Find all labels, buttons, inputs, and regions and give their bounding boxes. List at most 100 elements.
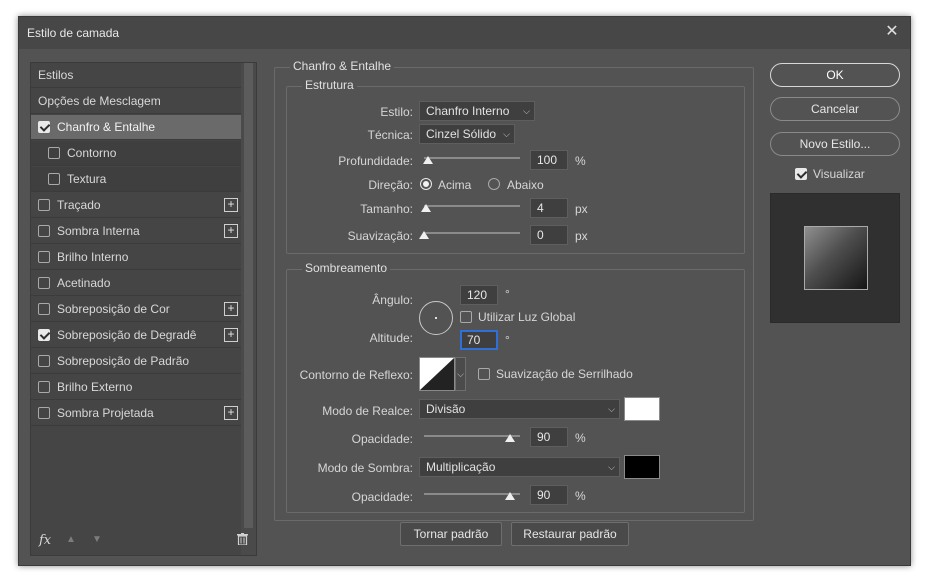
gloss-contour-picker[interactable] — [419, 357, 455, 391]
style-item-drop-shadow[interactable]: Sombra Projetada + — [31, 401, 242, 426]
altitude-input[interactable]: 70 — [460, 330, 498, 350]
pattern-overlay-checkbox[interactable] — [38, 355, 50, 367]
angulo-label: Ângulo: — [372, 293, 413, 307]
move-down-icon[interactable]: ▼ — [92, 534, 102, 545]
tecnica-value: Cinzel Sólido — [426, 127, 497, 141]
profundidade-unit: % — [575, 154, 586, 168]
angulo-input[interactable]: 120 — [460, 285, 498, 305]
title-bar: Estilo de camada ✕ — [19, 17, 910, 49]
styles-header-item[interactable]: Estilos — [31, 63, 242, 88]
shading-title: Sombreamento — [302, 261, 391, 275]
add-drop-shadow-button[interactable]: + — [224, 406, 238, 420]
style-item-pattern-overlay[interactable]: Sobreposição de Padrão — [31, 349, 242, 374]
modo-realce-dropdown[interactable]: Divisão ⌵ — [419, 399, 620, 419]
opacidade-sombra-input[interactable]: 90 — [530, 485, 568, 505]
direcao-abaixo-radio[interactable] — [488, 178, 500, 190]
reset-default-button[interactable]: Restaurar padrão — [511, 522, 629, 546]
add-inner-shadow-button[interactable]: + — [224, 224, 238, 238]
style-item-label: Sobreposição de Cor — [57, 302, 170, 316]
style-item-gradient-overlay[interactable]: Sobreposição de Degradê + — [31, 323, 242, 348]
chevron-down-icon: ⌵ — [523, 106, 530, 116]
tamanho-input[interactable]: 4 — [530, 198, 568, 218]
gradient-overlay-checkbox[interactable] — [38, 329, 50, 341]
opacidade-realce-input[interactable]: 90 — [530, 427, 568, 447]
profundidade-slider[interactable] — [424, 157, 520, 159]
style-item-label: Sobreposição de Padrão — [57, 354, 190, 368]
angle-dial[interactable] — [419, 301, 453, 335]
altitude-unit: ° — [505, 333, 510, 347]
tamanho-slider[interactable] — [424, 205, 520, 207]
add-gradient-overlay-button[interactable]: + — [224, 328, 238, 342]
tecnica-dropdown[interactable]: Cinzel Sólido ⌵ — [419, 124, 515, 144]
style-item-label: Chanfro & Entalhe — [57, 120, 156, 134]
tamanho-label: Tamanho: — [360, 202, 413, 216]
highlight-color-swatch[interactable] — [624, 397, 660, 421]
style-item-satin[interactable]: Acetinado — [31, 271, 242, 296]
shadow-color-swatch[interactable] — [624, 455, 660, 479]
stroke-checkbox[interactable] — [38, 199, 50, 211]
preview-swatch — [804, 226, 868, 290]
add-stroke-button[interactable]: + — [224, 198, 238, 212]
blending-options-item[interactable]: Opções de Mesclagem — [31, 89, 242, 114]
style-item-bevel[interactable]: Chanfro & Entalhe — [31, 115, 242, 140]
direcao-acima-label: Acima — [438, 178, 472, 192]
chevron-down-icon: ⌵ — [608, 404, 615, 414]
style-item-color-overlay[interactable]: Sobreposição de Cor + — [31, 297, 242, 322]
style-item-inner-glow[interactable]: Brilho Interno — [31, 245, 242, 270]
close-icon[interactable]: ✕ — [882, 22, 902, 42]
tamanho-slider-handle[interactable] — [420, 204, 431, 212]
preview-checkbox[interactable] — [795, 168, 807, 180]
drop-shadow-checkbox[interactable] — [38, 407, 50, 419]
preview-label: Visualizar — [813, 167, 865, 181]
bevel-section-title: Chanfro & Entalhe — [290, 59, 395, 73]
outer-glow-checkbox[interactable] — [38, 381, 50, 393]
inner-shadow-checkbox[interactable] — [38, 225, 50, 237]
texture-checkbox[interactable] — [48, 173, 60, 185]
fx-icon[interactable]: fx — [39, 533, 51, 548]
estilo-dropdown[interactable]: Chanfro Interno ⌵ — [419, 101, 535, 121]
inner-glow-checkbox[interactable] — [38, 251, 50, 263]
angulo-unit: ° — [505, 287, 510, 301]
angle-dial-dot — [435, 317, 437, 319]
satin-checkbox[interactable] — [38, 277, 50, 289]
contorno-reflexo-label: Contorno de Reflexo: — [299, 368, 413, 382]
style-item-texture[interactable]: Textura — [31, 167, 242, 192]
blending-options-label: Opções de Mesclagem — [38, 94, 161, 108]
estilo-value: Chanfro Interno — [426, 104, 510, 118]
trash-icon[interactable] — [237, 533, 248, 545]
suavizacao-slider-handle[interactable] — [419, 231, 429, 239]
anti-alias-checkbox[interactable] — [478, 368, 490, 380]
opacidade-realce-slider-handle[interactable] — [505, 434, 516, 442]
contour-dropdown-arrow[interactable]: ⌵ — [455, 357, 466, 391]
suavizacao-slider[interactable] — [424, 232, 520, 234]
cancel-button[interactable]: Cancelar — [770, 97, 900, 121]
direcao-acima-radio[interactable] — [420, 178, 432, 190]
new-style-button[interactable]: Novo Estilo... — [770, 132, 900, 156]
suavizacao-label: Suavização: — [347, 229, 413, 243]
style-item-inner-shadow[interactable]: Sombra Interna + — [31, 219, 242, 244]
style-item-outer-glow[interactable]: Brilho Externo — [31, 375, 242, 400]
bevel-checkbox[interactable] — [38, 121, 50, 133]
suavizacao-input[interactable]: 0 — [530, 225, 568, 245]
color-overlay-checkbox[interactable] — [38, 303, 50, 315]
scroll-thumb[interactable] — [244, 63, 253, 528]
profundidade-input[interactable]: 100 — [530, 150, 568, 170]
profundidade-slider-handle[interactable] — [422, 156, 433, 164]
opacidade-sombra-slider-handle[interactable] — [505, 492, 516, 500]
make-default-button[interactable]: Tornar padrão — [400, 522, 502, 546]
dialog-title: Estilo de camada — [27, 26, 120, 40]
contour-checkbox[interactable] — [48, 147, 60, 159]
opacidade-sombra-label: Opacidade: — [351, 490, 413, 504]
styles-toolbar: fx ▲ ▼ — [31, 527, 256, 555]
modo-realce-value: Divisão — [426, 402, 466, 416]
styles-scrollbar[interactable] — [241, 63, 256, 555]
ok-button[interactable]: OK — [770, 63, 900, 87]
style-item-stroke[interactable]: Traçado + — [31, 193, 242, 218]
move-up-icon[interactable]: ▲ — [66, 534, 76, 545]
direcao-abaixo-label: Abaixo — [507, 178, 544, 192]
luz-global-checkbox[interactable] — [460, 311, 472, 323]
modo-sombra-dropdown[interactable]: Multiplicação ⌵ — [419, 457, 620, 477]
chevron-down-icon: ⌵ — [503, 129, 510, 139]
style-item-contour[interactable]: Contorno — [31, 141, 242, 166]
add-color-overlay-button[interactable]: + — [224, 302, 238, 316]
